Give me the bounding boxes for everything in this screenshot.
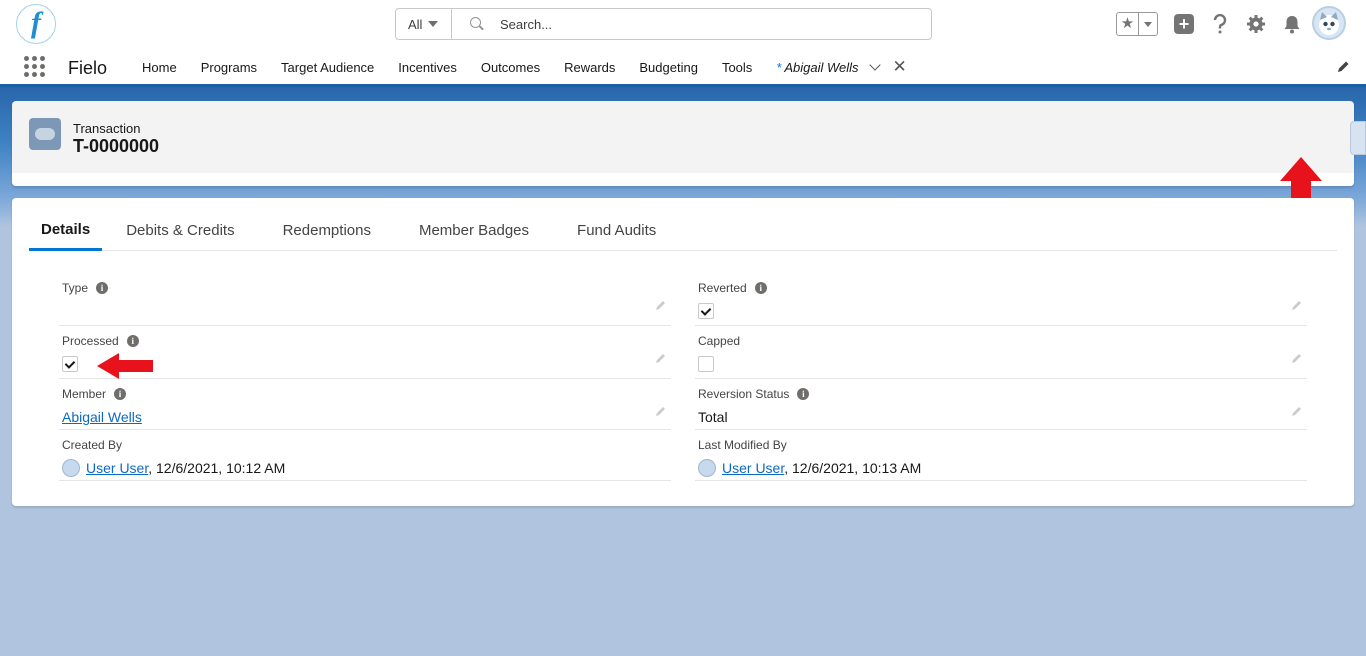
annotation-arrow-left-icon bbox=[97, 353, 153, 379]
field-label: Member bbox=[62, 387, 107, 401]
nav-item-home[interactable]: Home bbox=[130, 60, 189, 75]
field-label: Created By bbox=[62, 438, 123, 452]
header-tools: ★ + bbox=[1116, 8, 1302, 40]
record-title: T-0000000 bbox=[73, 136, 160, 156]
record-entity-label: Transaction bbox=[73, 121, 141, 136]
field-value: Total bbox=[698, 409, 728, 425]
edit-pencil-icon[interactable] bbox=[1291, 352, 1303, 364]
user-avatar bbox=[698, 459, 716, 478]
global-header: f All ★ + bbox=[0, 0, 1366, 50]
last-modified-user-link[interactable]: User User bbox=[722, 460, 784, 476]
user-avatar bbox=[62, 459, 80, 478]
global-search: All bbox=[395, 8, 932, 40]
favorites-button-group[interactable]: ★ bbox=[1116, 12, 1158, 36]
app-launcher-icon[interactable] bbox=[24, 56, 46, 78]
edit-nav-pencil-icon[interactable] bbox=[1336, 60, 1350, 74]
edit-pencil-icon[interactable] bbox=[655, 299, 667, 311]
field-type: Type i bbox=[59, 273, 671, 326]
field-label: Type bbox=[62, 281, 89, 295]
favorites-dropdown-icon[interactable] bbox=[1139, 21, 1157, 27]
add-icon[interactable]: + bbox=[1174, 14, 1194, 34]
field-label: Reversion Status bbox=[698, 387, 790, 401]
reverted-checkbox[interactable] bbox=[698, 303, 714, 319]
utility-panel-toggle[interactable] bbox=[1350, 121, 1366, 155]
help-icon[interactable] bbox=[1210, 14, 1230, 34]
record-tabs: Details Debits & Credits Redemptions Mem… bbox=[29, 210, 1337, 251]
field-reversion-status: Reversion Status i Total bbox=[695, 379, 1307, 430]
field-reverted: Reverted i bbox=[695, 273, 1307, 326]
field-capped: Capped bbox=[695, 326, 1307, 379]
member-link[interactable]: Abigail Wells bbox=[62, 409, 142, 425]
tab-fund-audits[interactable]: Fund Audits bbox=[553, 210, 680, 250]
nav-item-rewards[interactable]: Rewards bbox=[552, 60, 627, 75]
search-icon bbox=[470, 17, 484, 31]
chevron-down-icon[interactable] bbox=[868, 59, 881, 71]
nav-item-programs[interactable]: Programs bbox=[189, 60, 269, 75]
unsaved-marker: * bbox=[776, 59, 782, 75]
notifications-bell-icon[interactable] bbox=[1282, 14, 1302, 34]
search-scope-dropdown[interactable]: All bbox=[396, 9, 452, 39]
detail-card: Details Debits & Credits Redemptions Mem… bbox=[12, 198, 1354, 506]
capped-checkbox[interactable] bbox=[698, 356, 714, 372]
nav-item-tools[interactable]: Tools bbox=[710, 60, 764, 75]
nav-item-budgeting[interactable]: Budgeting bbox=[627, 60, 710, 75]
favorites-star-icon[interactable]: ★ bbox=[1117, 13, 1139, 35]
edit-pencil-icon[interactable] bbox=[1291, 299, 1303, 311]
record-highlights-panel: Transaction T-0000000 bbox=[12, 101, 1354, 186]
info-icon[interactable]: i bbox=[126, 335, 139, 347]
record-type-icon bbox=[29, 118, 61, 150]
search-input[interactable] bbox=[500, 16, 900, 32]
tab-member-badges[interactable]: Member Badges bbox=[395, 210, 553, 250]
field-label: Last Modified By bbox=[698, 438, 787, 452]
field-member: Member i Abigail Wells bbox=[59, 379, 671, 430]
field-created-by: Created By User User, 12/6/2021, 10:12 A… bbox=[59, 430, 671, 481]
setup-gear-icon[interactable] bbox=[1246, 14, 1266, 34]
nav-item-target-audience[interactable]: Target Audience bbox=[269, 60, 386, 75]
info-icon[interactable]: i bbox=[797, 388, 810, 400]
modified-date: , 12/6/2021, 10:13 AM bbox=[784, 460, 922, 476]
info-icon[interactable]: i bbox=[754, 282, 767, 294]
processed-checkbox[interactable] bbox=[62, 356, 78, 372]
user-avatar[interactable] bbox=[1312, 6, 1346, 40]
nav-item-outcomes[interactable]: Outcomes bbox=[469, 60, 552, 75]
info-icon[interactable]: i bbox=[114, 388, 127, 400]
caret-down-icon bbox=[428, 21, 439, 27]
edit-pencil-icon[interactable] bbox=[1291, 405, 1303, 417]
nav-tab-abigail-wells[interactable]: * Abigail Wells ✕ bbox=[764, 57, 919, 77]
app-name: Fielo bbox=[68, 58, 108, 78]
edit-pencil-icon[interactable] bbox=[655, 405, 667, 417]
close-tab-icon[interactable]: ✕ bbox=[893, 57, 907, 77]
tab-details[interactable]: Details bbox=[29, 210, 103, 251]
tab-debits-credits[interactable]: Debits & Credits bbox=[102, 210, 258, 250]
fielo-logo[interactable]: f bbox=[16, 4, 56, 44]
field-label: Capped bbox=[698, 334, 741, 348]
tab-redemptions[interactable]: Redemptions bbox=[259, 210, 395, 250]
info-icon[interactable]: i bbox=[96, 282, 109, 294]
field-label: Reverted bbox=[698, 281, 747, 295]
created-date: , 12/6/2021, 10:12 AM bbox=[148, 460, 286, 476]
nav-tab-label: Abigail Wells bbox=[784, 59, 859, 75]
edit-pencil-icon[interactable] bbox=[655, 352, 667, 364]
nav-item-incentives[interactable]: Incentives bbox=[386, 60, 469, 75]
app-nav-bar: Fielo Home Programs Target Audience Ince… bbox=[0, 50, 1366, 87]
field-label: Processed bbox=[62, 334, 119, 348]
created-by-user-link[interactable]: User User bbox=[86, 460, 148, 476]
field-last-modified-by: Last Modified By User User, 12/6/2021, 1… bbox=[695, 430, 1307, 481]
search-scope-label: All bbox=[408, 16, 423, 32]
